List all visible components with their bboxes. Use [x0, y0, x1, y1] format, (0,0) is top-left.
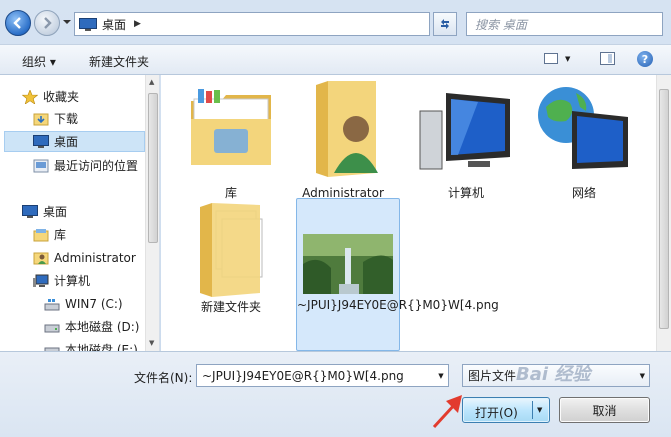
filetype-dropdown-icon: ▼ — [639, 372, 645, 380]
toolbar: 组织 ▾ 新建文件夹 ▼ ? — [0, 44, 671, 75]
back-arrow-icon — [13, 17, 21, 29]
nav-label: 桌面 — [54, 135, 79, 149]
item-label: 计算机 — [447, 186, 484, 200]
nav-label: 本地磁盘 (D:) — [65, 320, 140, 334]
item-image-file[interactable]: ~JPUI}J94EY0E@R{}M0}W[4.png — [296, 198, 499, 351]
preview-pane-icon[interactable] — [600, 52, 615, 65]
search-placeholder: 搜索 桌面 — [475, 17, 527, 32]
open-file-dialog: 桌面 ▶ 搜索 桌面 组织 ▾ 新建文件夹 ▼ ? 收藏夹 下载 桌面 最近访问… — [0, 0, 671, 437]
item-new-folder[interactable]: 新建文件夹 — [179, 201, 283, 321]
open-button-divider — [532, 401, 533, 419]
scroll-down-icon[interactable]: ▼ — [149, 339, 154, 347]
item-user-folder[interactable]: Administrator — [291, 81, 395, 201]
nav-label: WIN7 (C:) — [65, 296, 123, 311]
libraries-icon — [33, 228, 49, 241]
open-button-label: 打开(O) — [475, 406, 518, 420]
help-icon[interactable]: ? — [637, 51, 653, 67]
address-bar[interactable]: 桌面 ▶ — [74, 12, 430, 36]
star-icon — [22, 89, 38, 104]
content-scrollbar[interactable] — [656, 75, 671, 351]
item-computer[interactable]: 计算机 — [414, 81, 518, 201]
nav-label: 本地磁盘 (E:) — [65, 343, 138, 351]
new-folder-button[interactable]: 新建文件夹 — [89, 53, 149, 70]
drive-icon — [44, 347, 60, 351]
refresh-icon — [441, 19, 449, 29]
nav-scrollbar[interactable]: ▲ ▼ — [145, 75, 159, 351]
watermark: Bai 经验 — [516, 364, 591, 385]
breadcrumb-desktop[interactable]: 桌面 — [102, 16, 126, 33]
nav-label: 收藏夹 — [43, 90, 80, 104]
history-dropdown-icon[interactable] — [62, 17, 72, 27]
refresh-button[interactable] — [433, 12, 457, 36]
filename-dropdown-icon[interactable]: ▼ — [434, 365, 448, 386]
breadcrumb-chevron-icon[interactable]: ▶ — [134, 19, 141, 29]
image-thumbnail — [303, 234, 393, 294]
file-list: 库 Administrator 计算机 网络 新建文件夹 ~JPUI}J94EY… — [161, 75, 656, 351]
recent-places-icon — [33, 159, 49, 172]
nav-drive-e[interactable]: 本地磁盘 (E:) — [44, 339, 159, 351]
nav-drive-c[interactable]: WIN7 (C:) — [44, 293, 159, 314]
nav-libraries[interactable]: 库 — [33, 224, 159, 245]
item-label: 库 — [224, 186, 237, 200]
nav-label: Administrator — [54, 250, 136, 265]
forward-button[interactable] — [34, 10, 60, 36]
cancel-button[interactable]: 取消 — [559, 397, 650, 423]
filetype-value: 图片文件 — [468, 369, 517, 383]
network-globe-icon — [538, 87, 628, 169]
user-folder-icon — [316, 81, 378, 177]
search-box[interactable]: 搜索 桌面 — [466, 12, 663, 36]
nav-label: 下载 — [54, 112, 79, 126]
folder-icon — [200, 203, 263, 297]
computer-icon — [419, 93, 510, 170]
nav-drive-d[interactable]: 本地磁盘 (D:) — [44, 316, 159, 337]
nav-recent[interactable]: 最近访问的位置 — [33, 155, 159, 176]
item-network[interactable]: 网络 — [532, 81, 636, 201]
nav-label: 桌面 — [43, 205, 68, 219]
desktop-icon — [79, 17, 97, 31]
nav-user[interactable]: Administrator — [33, 247, 159, 268]
filename-input[interactable]: ~JPUI}J94EY0E@R{}M0}W[4.png — [196, 364, 449, 387]
drive-icon — [44, 324, 60, 332]
nav-scroll-thumb[interactable] — [148, 93, 158, 243]
libraries-icon — [191, 89, 271, 165]
view-icon[interactable] — [544, 53, 558, 64]
nav-label: 最近访问的位置 — [54, 159, 139, 173]
item-label: 网络 — [571, 186, 596, 200]
filename-label: 文件名(N): — [134, 371, 193, 385]
address-row: 桌面 ▶ 搜索 桌面 — [0, 0, 671, 44]
forward-arrow-icon — [44, 17, 52, 29]
organize-button[interactable]: 组织 ▾ — [22, 53, 56, 70]
red-annotation-arrow-icon — [432, 395, 462, 429]
desktop-icon — [22, 204, 38, 218]
nav-computer[interactable]: 计算机 — [33, 270, 159, 291]
nav-desktop[interactable]: 桌面 — [4, 131, 145, 152]
back-button[interactable] — [5, 10, 31, 36]
open-button[interactable]: 打开(O) ▼ — [462, 397, 550, 423]
nav-label: 计算机 — [54, 274, 91, 288]
nav-desktop-root[interactable]: 桌面 — [22, 201, 159, 222]
desktop-icon — [33, 134, 49, 148]
downloads-folder-icon — [33, 113, 49, 125]
content-scroll-thumb[interactable] — [659, 89, 669, 329]
view-dropdown-icon[interactable]: ▼ — [565, 55, 570, 63]
open-options-dropdown-icon[interactable]: ▼ — [537, 406, 542, 414]
nav-label: 库 — [54, 228, 67, 242]
item-label: ~JPUI}J94EY0E@R{}M0}W[4.png — [297, 298, 499, 312]
item-libraries[interactable]: 库 — [179, 81, 283, 201]
item-label: 新建文件夹 — [200, 300, 261, 314]
navigation-pane: 收藏夹 下载 桌面 最近访问的位置 桌面 库 Administrator 计算机… — [0, 75, 160, 351]
computer-icon — [33, 274, 49, 287]
user-folder-icon — [33, 252, 49, 264]
nav-favorites[interactable]: 收藏夹 — [22, 86, 159, 107]
nav-downloads[interactable]: 下载 — [33, 108, 159, 129]
system-drive-icon — [44, 298, 60, 310]
scroll-up-icon[interactable]: ▲ — [149, 78, 154, 86]
